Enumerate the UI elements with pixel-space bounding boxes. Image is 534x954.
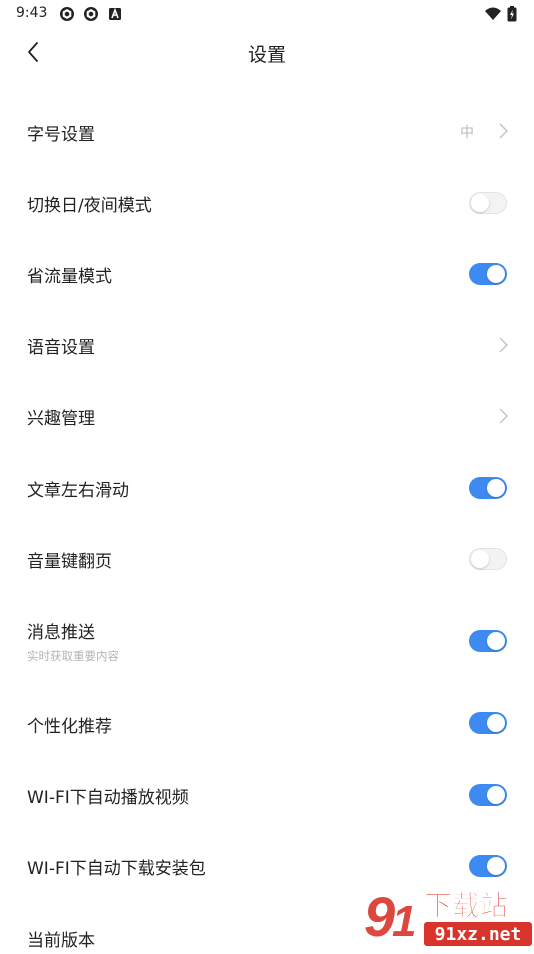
- status-bar: 9:43: [0, 0, 534, 28]
- row-sublabel: 实时获取重要内容: [27, 649, 119, 663]
- battery-charging-icon: [507, 6, 517, 22]
- row-label: 语音设置: [27, 338, 95, 358]
- row-label: 当前版本: [27, 931, 95, 951]
- setting-data-saver: 省流量模式: [0, 238, 534, 308]
- setting-personalized: 个性化推荐: [0, 688, 534, 758]
- row-label: 切换日/夜间模式: [27, 196, 152, 216]
- watermark-logo: 9 1 下载站 91xz.net: [362, 884, 534, 950]
- row-label: 音量键翻页: [27, 552, 112, 572]
- personalized-toggle[interactable]: [469, 712, 507, 734]
- watermark-graphic: 9 1 下载站 91xz.net: [364, 885, 532, 948]
- svg-text:1: 1: [392, 897, 416, 946]
- row-label: 省流量模式: [27, 267, 112, 287]
- font-size-value: 中: [460, 125, 474, 141]
- toggle-knob: [471, 550, 489, 568]
- row-label: 兴趣管理: [27, 409, 95, 429]
- watermark-brand: 下载站: [424, 889, 508, 922]
- swipe-toggle[interactable]: [469, 477, 507, 499]
- setting-font-size[interactable]: 字号设置 中: [0, 96, 534, 166]
- setting-push: 消息推送 实时获取重要内容: [0, 601, 534, 681]
- chevron-right-icon: [499, 337, 509, 353]
- chevron-right-icon: [499, 408, 509, 424]
- toggle-knob: [487, 857, 505, 875]
- setting-volume-page: 音量键翻页: [0, 523, 534, 593]
- toggle-knob: [487, 786, 505, 804]
- nav-header: 设置: [0, 28, 534, 78]
- status-time: 9:43: [16, 5, 48, 21]
- setting-wifi-video: WI-FI下自动播放视频: [0, 759, 534, 829]
- wifi-icon: [485, 7, 501, 20]
- row-label: 文章左右滑动: [27, 481, 129, 501]
- setting-interests[interactable]: 兴趣管理: [0, 380, 534, 450]
- volume-page-toggle[interactable]: [469, 548, 507, 570]
- row-label: WI-FI下自动播放视频: [27, 788, 189, 808]
- push-toggle[interactable]: [469, 630, 507, 652]
- toggle-knob: [487, 479, 505, 497]
- row-label: 个性化推荐: [27, 717, 112, 737]
- aperture-icon: [60, 7, 74, 21]
- day-night-toggle[interactable]: [469, 192, 507, 214]
- setting-swipe: 文章左右滑动: [0, 452, 534, 522]
- aperture-icon: [84, 7, 98, 21]
- chevron-right-icon: [499, 123, 509, 139]
- toggle-knob: [487, 632, 505, 650]
- svg-text:9: 9: [364, 885, 395, 948]
- row-label: 字号设置: [27, 125, 95, 145]
- row-label: 消息推送: [27, 623, 95, 643]
- page-title: 设置: [247, 44, 286, 66]
- watermark-site: 91xz.net: [435, 924, 522, 945]
- wifi-download-toggle[interactable]: [469, 855, 507, 877]
- toggle-knob: [487, 714, 505, 732]
- a-icon: [109, 7, 121, 20]
- toggle-knob: [487, 265, 505, 283]
- setting-day-night: 切换日/夜间模式: [0, 167, 534, 237]
- data-saver-toggle[interactable]: [469, 263, 507, 285]
- wifi-video-toggle[interactable]: [469, 784, 507, 806]
- toggle-knob: [471, 194, 489, 212]
- row-label: WI-FI下自动下载安装包: [27, 859, 206, 879]
- setting-voice[interactable]: 语音设置: [0, 309, 534, 379]
